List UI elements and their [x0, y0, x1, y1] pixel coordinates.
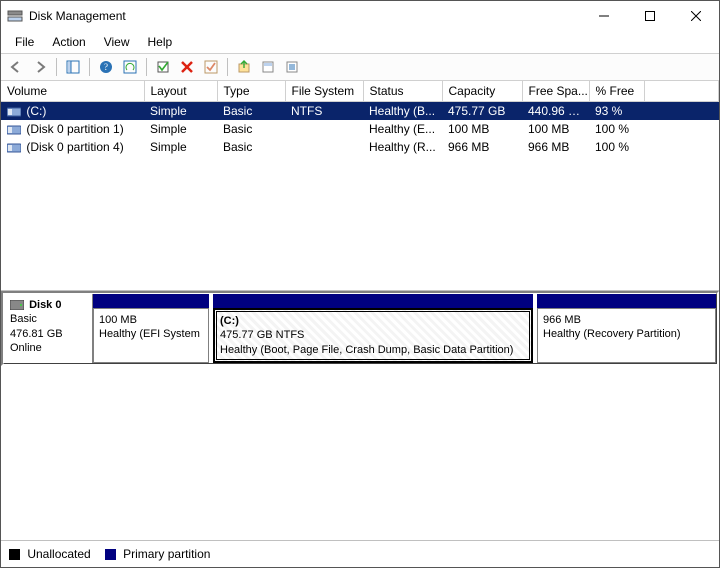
new-up-button[interactable] — [233, 56, 255, 78]
volume-icon — [7, 107, 21, 117]
toolbar-separator — [89, 58, 90, 76]
legend-primary-label: Primary partition — [123, 547, 210, 561]
svg-text:?: ? — [104, 62, 108, 72]
content: Volume Layout Type File System Status Ca… — [1, 81, 719, 567]
col-fs[interactable]: File System — [285, 81, 363, 102]
volume-table: Volume Layout Type File System Status Ca… — [1, 81, 719, 156]
forward-button[interactable] — [29, 56, 51, 78]
partition-box[interactable]: 100 MBHealthy (EFI System — [93, 308, 209, 363]
disk-state-label: Online — [10, 342, 42, 354]
menu-action[interactable]: Action — [44, 33, 93, 51]
disk-icon — [10, 300, 24, 310]
table-row[interactable]: (Disk 0 partition 1)SimpleBasicHealthy (… — [1, 120, 719, 138]
toolbar-separator — [227, 58, 228, 76]
disk-info[interactable]: Disk 0 Basic 476.81 GB Online — [4, 294, 93, 363]
partition[interactable]: 100 MBHealthy (EFI System — [93, 294, 209, 363]
col-filler — [644, 81, 719, 102]
show-hide-console-tree-button[interactable] — [62, 56, 84, 78]
table-row[interactable]: (Disk 0 partition 4)SimpleBasicHealthy (… — [1, 138, 719, 156]
col-status[interactable]: Status — [363, 81, 442, 102]
back-button[interactable] — [5, 56, 27, 78]
partition-header — [213, 294, 533, 308]
refresh-button[interactable] — [119, 56, 141, 78]
partition-box[interactable]: 966 MBHealthy (Recovery Partition) — [537, 308, 716, 363]
properties-button[interactable] — [257, 56, 279, 78]
legend-primary: Primary partition — [105, 547, 211, 561]
toolbar-separator — [56, 58, 57, 76]
close-button[interactable] — [673, 1, 719, 31]
partitions: 100 MBHealthy (EFI System(C:)475.77 GB N… — [93, 294, 716, 363]
table-row[interactable]: (C:)SimpleBasicNTFSHealthy (B...475.77 G… — [1, 102, 719, 121]
menubar: File Action View Help — [1, 31, 719, 53]
window-controls — [581, 1, 719, 31]
disk-graphical-view: Disk 0 Basic 476.81 GB Online 100 MBHeal… — [1, 291, 719, 366]
partition[interactable]: 966 MBHealthy (Recovery Partition) — [537, 294, 716, 363]
col-capacity[interactable]: Capacity — [442, 81, 522, 102]
partition-header — [537, 294, 716, 308]
toolbar: ? — [1, 53, 719, 81]
partition-box[interactable]: (C:)475.77 GB NTFSHealthy (Boot, Page Fi… — [213, 308, 533, 363]
toolbar-separator — [146, 58, 147, 76]
app-icon — [7, 8, 23, 24]
menu-view[interactable]: View — [96, 33, 138, 51]
help-button[interactable]: ? — [95, 56, 117, 78]
check-button[interactable] — [200, 56, 222, 78]
partition[interactable]: (C:)475.77 GB NTFSHealthy (Boot, Page Fi… — [213, 294, 533, 363]
titlebar-left: Disk Management — [7, 8, 126, 24]
window: Disk Management File Action View Help ? — [0, 0, 720, 568]
volume-icon — [7, 143, 21, 153]
swatch-unallocated — [9, 549, 20, 560]
col-type[interactable]: Type — [217, 81, 285, 102]
disk-size-label: 476.81 GB — [10, 328, 63, 340]
settings-button[interactable] — [152, 56, 174, 78]
titlebar: Disk Management — [1, 1, 719, 31]
disk-type-label: Basic — [10, 313, 37, 325]
disk-name-label: Disk 0 — [29, 299, 61, 311]
maximize-button[interactable] — [627, 1, 673, 31]
col-pct[interactable]: % Free — [589, 81, 644, 102]
menu-help[interactable]: Help — [140, 33, 181, 51]
legend-unallocated-label: Unallocated — [27, 547, 90, 561]
minimize-button[interactable] — [581, 1, 627, 31]
window-title: Disk Management — [29, 9, 126, 23]
list-button[interactable] — [281, 56, 303, 78]
partition-header — [93, 294, 209, 308]
menu-file[interactable]: File — [7, 33, 42, 51]
volume-list[interactable]: Volume Layout Type File System Status Ca… — [1, 81, 719, 291]
delete-button[interactable] — [176, 56, 198, 78]
volume-icon — [7, 125, 21, 135]
col-free[interactable]: Free Spa... — [522, 81, 589, 102]
col-volume[interactable]: Volume — [1, 81, 144, 102]
table-header-row: Volume Layout Type File System Status Ca… — [1, 81, 719, 102]
col-layout[interactable]: Layout — [144, 81, 217, 102]
legend-unallocated: Unallocated — [9, 547, 91, 561]
legend: Unallocated Primary partition — [1, 540, 719, 567]
swatch-primary — [105, 549, 116, 560]
